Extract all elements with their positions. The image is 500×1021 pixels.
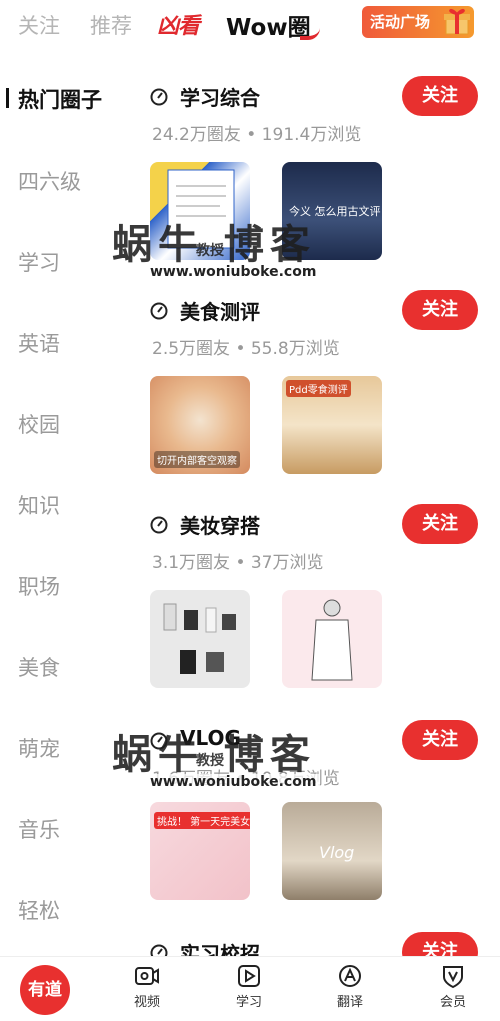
follow-button[interactable]: 关注	[402, 932, 478, 956]
follow-button[interactable]: 关注	[402, 720, 478, 760]
post-thumbnail[interactable]: Vlog	[282, 802, 382, 900]
nav-translate-label: 翻译	[336, 995, 363, 1010]
sidebar-item-knowledge[interactable]: 知识	[18, 490, 60, 520]
follow-button[interactable]: 关注	[402, 504, 478, 544]
nav-video[interactable]: 视频	[122, 963, 172, 1010]
tab-kankan-logo[interactable]: 凶看	[157, 8, 200, 40]
active-category-marker	[6, 88, 9, 108]
sidebar-item-pets[interactable]: 萌宠	[18, 733, 60, 763]
circle-compass-icon	[150, 732, 168, 750]
post-thumbnail[interactable]: Pdd零食测评	[282, 376, 382, 474]
nav-study[interactable]: 学习	[224, 963, 274, 1010]
circle-stats: 24.2万圈友 • 191.4万浏览	[152, 125, 362, 145]
nav-study-label: 学习	[235, 995, 262, 1010]
thumbnail-caption: 挑战！ 第一天完美女孩	[154, 812, 250, 829]
sidebar-item-study[interactable]: 学习	[18, 247, 60, 277]
sidebar-item-career[interactable]: 职场	[18, 571, 60, 601]
sidebar-item-music[interactable]: 音乐	[18, 814, 60, 844]
category-sidebar: 热门圈子 四六级 学习 英语 校园 知识 职场 美食 萌宠 音乐 轻松	[0, 56, 128, 956]
circle-compass-icon	[150, 516, 168, 534]
nav-video-label: 视频	[133, 995, 160, 1010]
sidebar-item-cet[interactable]: 四六级	[18, 166, 81, 196]
sidebar-item-campus[interactable]: 校园	[18, 409, 60, 439]
circle-compass-icon	[150, 944, 168, 956]
circle-compass-icon	[150, 88, 168, 106]
outfit-illustration	[311, 599, 353, 681]
follow-button[interactable]: 关注	[402, 290, 478, 330]
post-thumbnail[interactable]	[282, 590, 382, 688]
circle-stats: 3.1万圈友 • 37万浏览	[152, 553, 324, 573]
circle-stats: 1.6万圈友 • 10.8万浏览	[152, 769, 340, 789]
circle-title: 实习校招	[180, 942, 260, 956]
thumbnail-caption: 今义 怎么用古文评	[289, 205, 381, 218]
tab-follow[interactable]: 关注	[18, 10, 60, 40]
home-youdao-button[interactable]: 有道	[20, 965, 70, 1015]
circle-stats: 2.5万圈友 • 55.8万浏览	[152, 339, 340, 359]
sidebar-item-food[interactable]: 美食	[18, 652, 60, 682]
cosmetics-illustration	[163, 603, 236, 674]
document-illustration	[167, 169, 235, 249]
thumbnail-caption: Vlog	[319, 843, 355, 862]
post-thumbnail[interactable]: 今义 怎么用古文评	[282, 162, 382, 260]
tab-wow-circle[interactable]: Wow圈	[226, 8, 311, 42]
nav-translate[interactable]: 翻译	[325, 963, 375, 1010]
tab-recommend[interactable]: 推荐	[90, 10, 132, 40]
active-tab-underline	[300, 26, 320, 40]
circle-title: 学习综合	[180, 86, 260, 110]
vip-shield-icon	[443, 966, 463, 989]
follow-button[interactable]: 关注	[402, 76, 478, 116]
sidebar-item-english[interactable]: 英语	[18, 328, 60, 358]
top-bar: 关注 推荐 凶看 Wow圈 活动广场	[0, 0, 500, 56]
post-thumbnail[interactable]	[150, 162, 250, 260]
gift-icon	[444, 8, 470, 35]
circle-title: 美食测评	[180, 300, 260, 324]
translate-icon	[339, 965, 361, 987]
bottom-nav: 有道 视频 学习 翻译 会员	[0, 956, 500, 1021]
thumbnail-caption: Pdd零食测评	[286, 380, 351, 397]
post-thumbnail[interactable]: 切开内部客空观察	[150, 376, 250, 474]
thumbnail-caption: 切开内部客空观察	[154, 451, 240, 468]
circle-list: 学习综合 24.2万圈友 • 191.4万浏览 关注 今义 怎么用古文评 美食测…	[128, 56, 500, 956]
nav-membership-label: 会员	[439, 995, 466, 1010]
video-icon	[135, 967, 159, 985]
activity-plaza-label: 活动广场	[370, 13, 431, 31]
play-book-icon	[238, 965, 260, 987]
post-thumbnail[interactable]	[150, 590, 250, 688]
nav-membership[interactable]: 会员	[428, 963, 478, 1010]
sidebar-item-relax[interactable]: 轻松	[18, 895, 60, 925]
activity-plaza-button[interactable]: 活动广场	[362, 6, 474, 38]
sidebar-item-hot-circles[interactable]: 热门圈子	[18, 84, 102, 114]
post-thumbnail[interactable]: 挑战！ 第一天完美女孩	[150, 802, 250, 900]
circle-title: 美妆穿搭	[180, 514, 260, 538]
circle-compass-icon	[150, 302, 168, 320]
circle-title: VLOG	[180, 726, 241, 750]
